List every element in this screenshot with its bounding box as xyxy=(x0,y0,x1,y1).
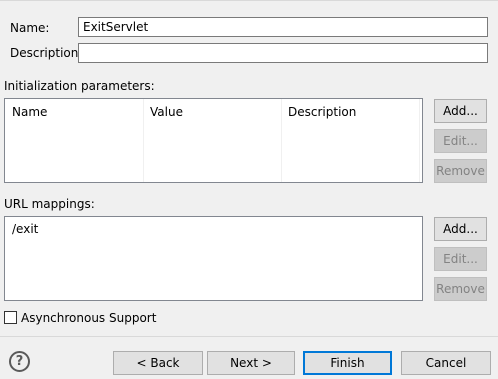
table-header: Name Value Description xyxy=(5,99,422,123)
name-field[interactable]: ExitServlet xyxy=(78,17,488,37)
column-separator xyxy=(419,99,420,182)
url-mappings-remove-button[interactable]: Remove xyxy=(434,277,487,301)
description-label: Description: xyxy=(10,46,83,60)
help-icon[interactable]: ? xyxy=(9,351,30,372)
url-mappings-list[interactable]: /exit xyxy=(4,216,423,301)
async-support-checkbox[interactable] xyxy=(4,311,17,324)
top-divider xyxy=(0,0,498,1)
back-button[interactable]: < Back xyxy=(113,351,203,375)
column-header-value[interactable]: Value xyxy=(150,105,183,119)
url-mappings-add-button[interactable]: Add... xyxy=(434,217,487,241)
init-params-edit-button[interactable]: Edit... xyxy=(434,129,487,153)
async-support-label: Asynchronous Support xyxy=(21,311,157,325)
next-button[interactable]: Next > xyxy=(207,351,295,375)
column-header-description[interactable]: Description xyxy=(288,105,356,119)
footer-divider xyxy=(0,336,498,337)
list-item[interactable]: /exit xyxy=(12,222,38,236)
column-header-name[interactable]: Name xyxy=(12,105,47,119)
init-params-title: Initialization parameters: xyxy=(4,79,155,93)
url-mappings-title: URL mappings: xyxy=(4,197,95,211)
column-separator xyxy=(281,99,282,182)
init-params-table[interactable]: Name Value Description xyxy=(4,98,423,183)
cancel-button[interactable]: Cancel xyxy=(401,351,491,375)
init-params-add-button[interactable]: Add... xyxy=(434,99,487,123)
description-field[interactable] xyxy=(78,43,488,63)
init-params-remove-button[interactable]: Remove xyxy=(434,159,487,183)
name-label: Name: xyxy=(10,21,50,35)
finish-button[interactable]: Finish xyxy=(303,351,392,375)
column-separator xyxy=(143,99,144,182)
url-mappings-edit-button[interactable]: Edit... xyxy=(434,247,487,271)
